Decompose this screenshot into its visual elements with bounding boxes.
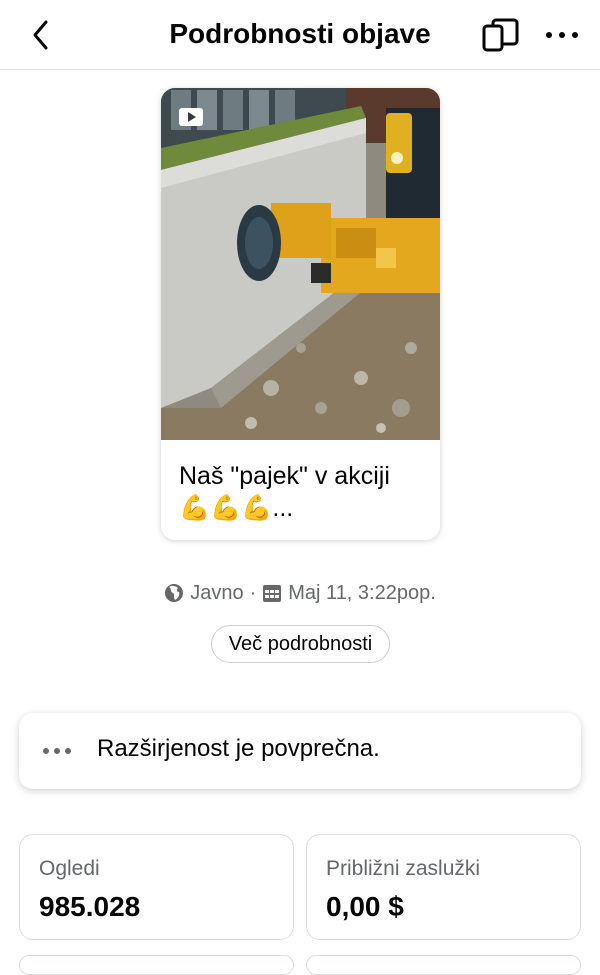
- more-options-button[interactable]: [540, 14, 584, 56]
- stat-card-next[interactable]: [19, 955, 294, 975]
- stat-label: Približni zaslužki: [326, 857, 481, 880]
- stat-card-next[interactable]: [306, 955, 581, 975]
- globe-icon: [165, 584, 184, 602]
- video-icon: [179, 108, 203, 126]
- stat-card-earnings[interactable]: Približni zaslužki 0,00 $: [306, 834, 581, 940]
- meta-separator: ·: [249, 581, 257, 604]
- reach-text: Razširjenost je povprečna.: [97, 735, 380, 762]
- stat-value: 985.028: [39, 891, 141, 922]
- reach-card[interactable]: Razširjenost je povprečna.: [19, 713, 581, 789]
- stat-label: Ogledi: [39, 857, 100, 880]
- thumbnail-image: [161, 88, 440, 440]
- post-thumbnail[interactable]: [161, 88, 440, 440]
- post-caption-line2: 💪💪💪...: [179, 494, 294, 522]
- post-date: Maj 11, 3:22pop.: [288, 581, 436, 604]
- stat-card-views[interactable]: Ogledi 985.028: [19, 834, 294, 940]
- post-caption: Naš "pajek" v akciji 💪💪💪...: [179, 460, 424, 524]
- copy-icon: [482, 18, 519, 52]
- post-caption-line1: Naš "pajek" v akciji: [179, 462, 390, 490]
- stat-value: 0,00 $: [326, 891, 404, 922]
- visibility-text: Javno: [190, 581, 244, 604]
- copy-button[interactable]: [478, 14, 522, 56]
- more-horizontal-icon: [43, 748, 71, 754]
- post-meta: Javno · Maj 11, 3:22pop.: [0, 579, 600, 607]
- more-horizontal-icon: [546, 32, 578, 38]
- calendar-icon: [263, 585, 282, 602]
- post-preview-card[interactable]: Naš "pajek" v akciji 💪💪💪...: [161, 88, 440, 540]
- more-details-button[interactable]: Več podrobnosti: [211, 625, 390, 663]
- top-bar: Podrobnosti objave: [0, 0, 600, 70]
